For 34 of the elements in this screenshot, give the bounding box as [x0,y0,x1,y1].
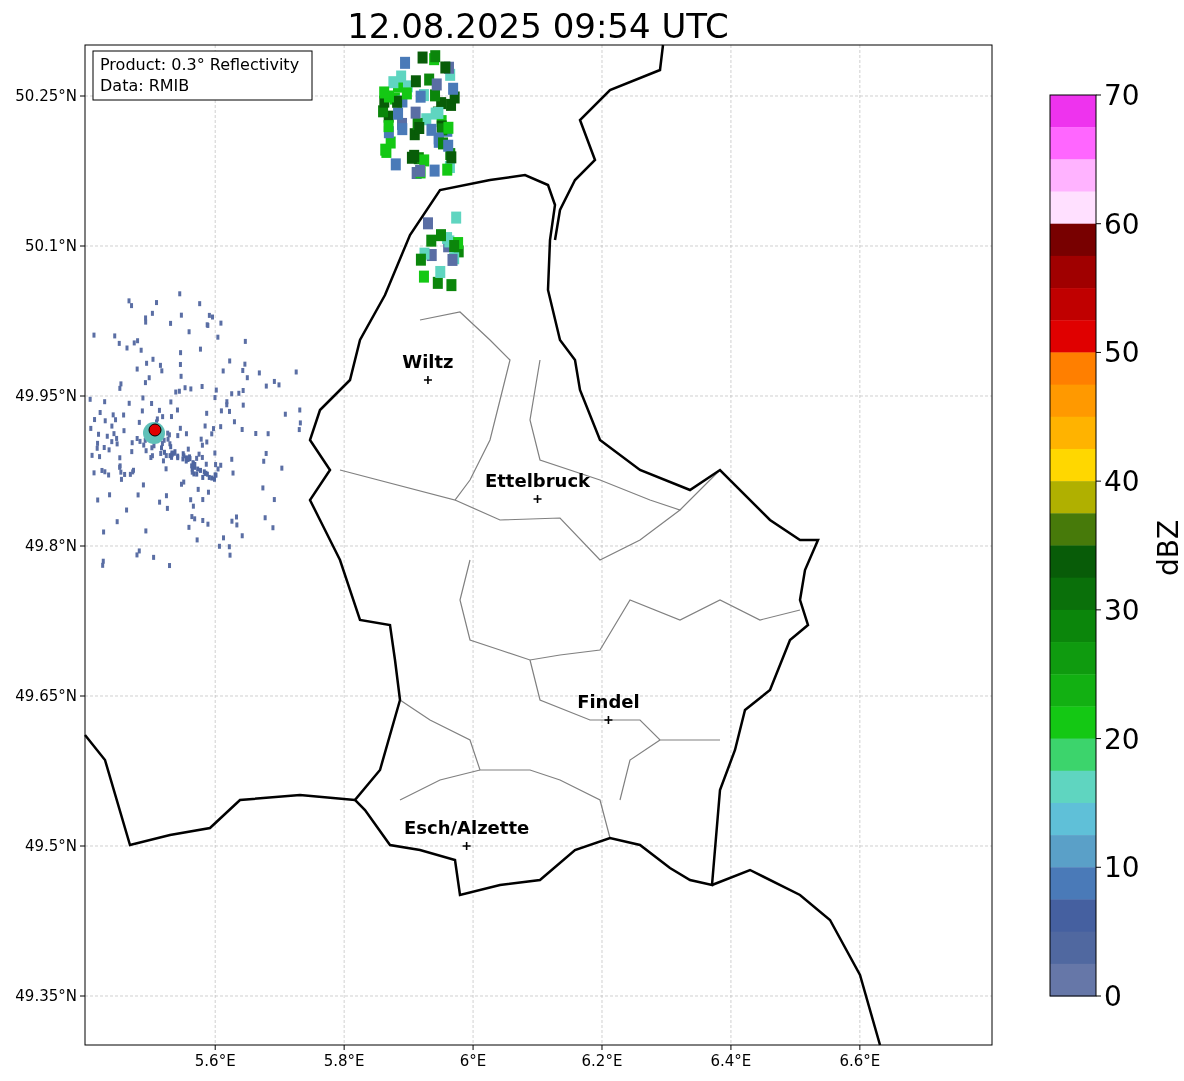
info-text: Product: 0.3° Reflectivity [100,55,300,74]
city-label: Findel [577,691,640,712]
city-label: Ettelbruck [485,470,591,491]
city-marker-icon [603,715,614,725]
radar-site-icon [148,423,162,437]
colorbar-tick-label: 10 [1104,851,1140,885]
colorbar-label: dBZ [1152,519,1184,577]
colorbar-tick-label: 70 [1104,79,1140,112]
y-tick-label: 49.95°N [15,387,77,405]
city-marker-icon [532,494,543,504]
colorbar-tick-label: 40 [1104,465,1140,499]
x-tick-label: 6.2°E [581,1052,623,1070]
chart-title: 12.08.2025 09:54 UTC [347,6,729,46]
colorbar-tick-label: 20 [1104,722,1140,756]
colorbar-tick-label: 60 [1104,207,1140,241]
info-text: Data: RMIB [100,76,190,95]
x-tick-label: 6.6°E [839,1052,881,1070]
colorbar-tick-label: 30 [1104,593,1140,627]
x-tick-label: 6°E [459,1052,487,1070]
city-label: Wiltz [402,351,454,372]
y-tick-label: 49.65°N [15,687,77,705]
city-marker-icon [461,841,472,851]
y-tick-label: 50.1°N [24,237,77,255]
y-tick-label: 49.8°N [24,537,77,555]
city-marker-icon [423,375,433,385]
x-tick-label: 6.4°E [710,1052,752,1070]
y-tick-label: 49.35°N [15,987,77,1005]
x-tick-label: 5.8°E [323,1052,365,1070]
x-tick-label: 5.6°E [194,1052,236,1070]
colorbar-tick-label: 0 [1104,980,1122,1013]
y-tick-label: 49.5°N [24,837,77,855]
colorbar-tick-label: 50 [1104,336,1140,370]
y-tick-label: 50.25°N [15,87,77,105]
city-label: Esch/Alzette [404,817,530,838]
